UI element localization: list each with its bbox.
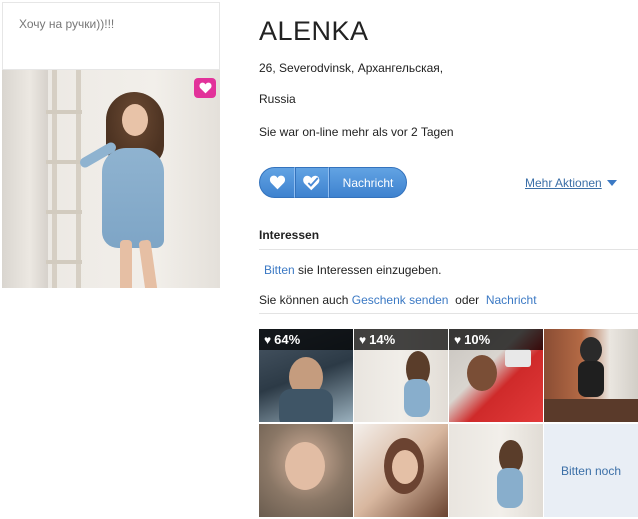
ask-interests-link[interactable]: Bitten (264, 263, 295, 277)
photo-curtain (2, 70, 48, 288)
like-button[interactable] (259, 167, 295, 198)
photos-divider (259, 313, 638, 314)
photo-ladder-step (46, 210, 82, 214)
heart-icon: ♥ (359, 332, 367, 347)
photo-ladder-step (46, 110, 82, 114)
photo-ladder-step (46, 160, 82, 164)
mutual-like-button[interactable] (295, 167, 329, 198)
photo-thumb[interactable]: ♥ 14% (354, 329, 448, 422)
status-text: Хочу на ручки))!!! (19, 17, 115, 31)
online-status: Sie war on-line mehr als vor 2 Tagen (259, 125, 454, 139)
photo-thumb[interactable]: ♥ 64% (259, 329, 353, 422)
caret-down-icon (606, 180, 617, 186)
photo-thumb[interactable] (544, 329, 638, 422)
alt-middle-text: oder (448, 293, 486, 307)
photo-ladder-step (46, 260, 82, 264)
alternative-actions: Sie können auch Geschenk senden oder Nac… (259, 293, 537, 307)
like-badge-heart-icon[interactable] (194, 78, 216, 98)
thumb-figure (580, 337, 602, 363)
profile-age-location: 26, Severodvinsk, Архангельская, (259, 61, 444, 75)
action-button-group: Nachricht (259, 167, 407, 198)
profile-name: ALENKA (259, 16, 369, 46)
photo-thumb[interactable] (449, 424, 543, 517)
thumb-figure (467, 355, 497, 391)
more-actions-label: Mehr Aktionen (525, 176, 602, 190)
thumb-figure (285, 442, 325, 490)
interests-prompt: Bitten sie Interessen einzugeben. (264, 263, 441, 277)
match-percent: 64% (274, 332, 301, 347)
more-actions-dropdown[interactable]: Mehr Aktionen (525, 176, 617, 190)
alt-prefix-text: Sie können auch (259, 293, 352, 307)
interests-prompt-text: sie Interessen einzugeben. (294, 263, 442, 277)
thumb-figure (404, 379, 430, 417)
send-message-link[interactable]: Nachricht (486, 293, 537, 307)
photo-thumb[interactable] (354, 424, 448, 517)
heart-check-icon (303, 175, 320, 190)
photo-figure-leg (120, 240, 132, 288)
photo-thumb[interactable]: ♥ 10% (449, 329, 543, 422)
profile-country: Russia (259, 92, 296, 106)
match-percent-badge: ♥ 64% (259, 329, 353, 350)
photo-thumb[interactable] (259, 424, 353, 517)
thumb-figure (392, 450, 418, 484)
photo-ladder-rail (52, 70, 57, 288)
status-message: Хочу на ручки))!!! (2, 2, 220, 70)
thumb-figure (544, 399, 638, 422)
main-profile-photo[interactable] (2, 70, 220, 288)
message-button[interactable]: Nachricht (329, 167, 407, 198)
thumb-figure (497, 468, 523, 508)
photo-grid: ♥ 64% ♥ 14% ♥ 10% Bitten noch (259, 329, 638, 519)
match-percent: 14% (369, 332, 396, 347)
match-percent-badge: ♥ 14% (354, 329, 448, 350)
request-more-photos[interactable]: Bitten noch (544, 424, 638, 517)
thumb-figure (279, 389, 333, 422)
photo-ladder-rail (76, 70, 81, 288)
match-percent-badge: ♥ 10% (449, 329, 543, 350)
interests-divider (259, 249, 638, 250)
heart-icon (198, 82, 212, 94)
heart-icon: ♥ (264, 332, 272, 347)
heart-icon (269, 175, 285, 190)
more-photos-label: Bitten noch (560, 463, 622, 478)
thumb-figure (578, 361, 604, 397)
photo-figure-dress (102, 148, 164, 248)
thumb-figure (505, 349, 531, 367)
photo-figure-face (122, 104, 148, 136)
interests-heading: Interessen (259, 228, 320, 242)
heart-icon: ♥ (454, 332, 462, 347)
match-percent: 10% (464, 332, 491, 347)
send-gift-link[interactable]: Geschenk senden (352, 293, 449, 307)
